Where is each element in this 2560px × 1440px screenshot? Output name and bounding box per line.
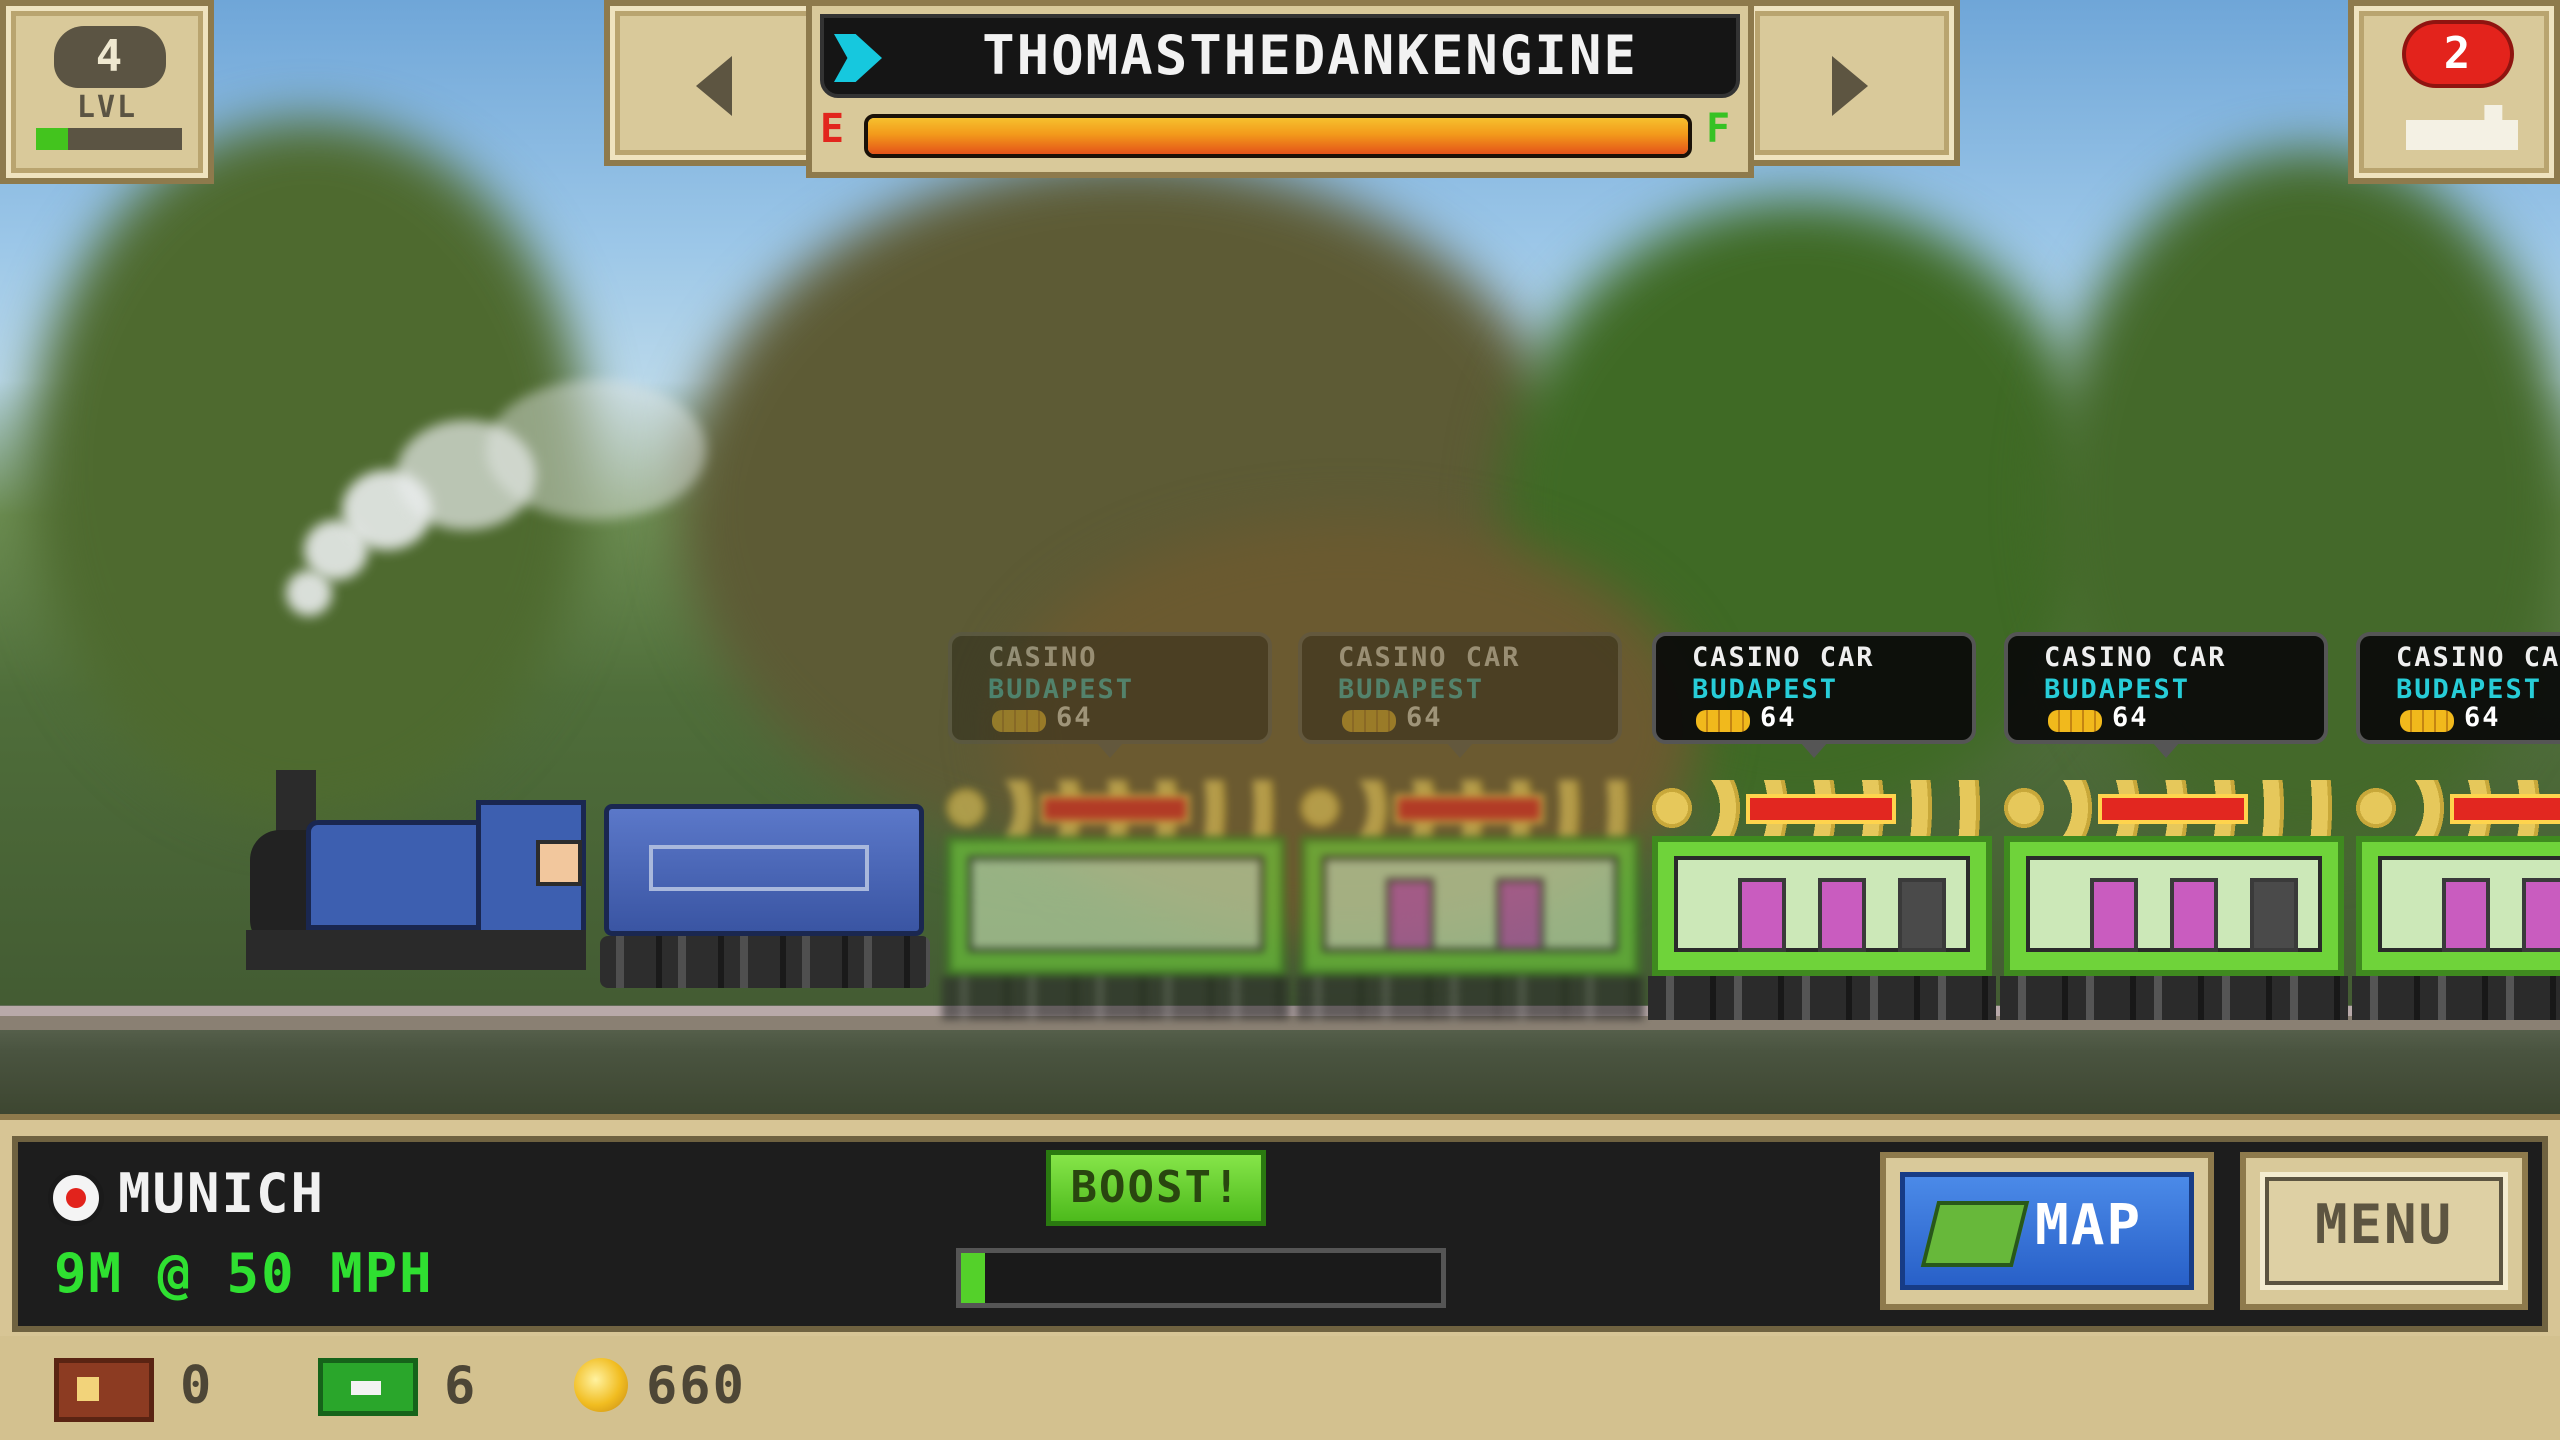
boost-progress-fill [961,1253,985,1303]
map-icon [1920,1201,2030,1267]
coin-stack-icon [2048,710,2102,732]
level-progress-fill [36,128,69,150]
slot-machine [2090,878,2138,952]
slot-machine [2170,878,2218,952]
tender-car[interactable] [604,804,924,936]
car-tooltip-value: 64 [1760,702,1797,733]
slot-machine [1738,878,1786,952]
slot-machine [1818,878,1866,952]
locomotive-wheels [246,930,586,970]
cash-icon[interactable] [318,1358,418,1416]
distance-speed: 9M @ 50 MPH [54,1242,434,1305]
level-panel[interactable]: 4 LVL [0,0,214,184]
fuel-fill [868,118,1688,154]
boost-button[interactable]: BOOST! [1046,1150,1266,1226]
resource-bar: 0 6 660 [0,1336,2560,1440]
car-tooltip[interactable]: CASINO CAR BUDAPEST 64 [2004,632,2328,758]
trains-panel[interactable]: 2 [2348,0,2560,184]
level-label: LVL [76,90,138,125]
crate-icon[interactable] [54,1358,154,1422]
coin-stack-icon [1696,710,1750,732]
tender-trim [649,845,869,891]
station-name: MUNICH [118,1162,326,1225]
car-tooltip-destination: BUDAPEST [988,674,1135,705]
car-tooltip-destination: BUDAPEST [2044,674,2191,705]
crates-count: 0 [180,1356,214,1416]
driver-avatar [536,840,582,886]
cash-count: 6 [444,1356,478,1416]
tender-wheels [600,936,930,988]
smoke-plume [286,370,706,670]
casino-car[interactable] [1296,780,1644,1020]
slot-machine [2442,878,2490,952]
casino-car[interactable] [1648,780,1996,1020]
slot-machine [2250,878,2298,952]
menu-button[interactable]: MENU [2240,1152,2528,1310]
car-tooltip-title: CASINO CAR [1338,642,1521,673]
level-progress-bar [36,128,182,150]
car-tooltip[interactable]: CASINO CAR BUDAPEST 64 [1652,632,1976,758]
slot-machine [2522,878,2560,952]
car-tooltip-title: CASINO [988,642,1098,673]
car-tooltip-value: 64 [2464,702,2501,733]
trains-count-badge: 2 [2406,24,2510,84]
train-name-panel: THOMASTHEDANKENGINE E F [806,0,1754,178]
coin-stack-icon [992,710,1046,732]
car-tooltip-value: 64 [1056,702,1093,733]
coin-icon[interactable] [574,1358,628,1412]
car-tooltip-title: CASINO CAR [2044,642,2227,673]
casino-car[interactable] [2000,780,2348,1020]
train-name: THOMASTHEDANKENGINE [982,24,1638,87]
car-tooltip[interactable]: CASINO CA BUDAPEST 64 [2356,632,2560,744]
coins-count: 660 [646,1356,746,1416]
engine-icon [834,34,882,82]
level-value: 4 [54,26,166,88]
left-arrow-icon [696,56,732,116]
car-tooltip-value: 64 [1406,702,1443,733]
slot-machine [1898,878,1946,952]
map-label: MAP [2035,1193,2143,1258]
next-train-button[interactable] [1744,0,1960,166]
fuel-bar [864,114,1692,158]
slot-machine [1386,878,1434,952]
train-name-bar[interactable]: THOMASTHEDANKENGINE [820,14,1740,98]
menu-label: MENU [2314,1193,2454,1256]
boost-progress-bar [956,1248,1446,1308]
car-tooltip-destination: BUDAPEST [2396,674,2543,705]
train-icon [2406,105,2518,150]
car-tooltip-destination: BUDAPEST [1692,674,1839,705]
slot-machine [1496,878,1544,952]
car-tooltip-title: CASINO CA [2396,642,2560,673]
car-tooltip[interactable]: CASINO CAR BUDAPEST 64 [1298,632,1622,758]
previous-train-button[interactable] [604,0,824,166]
locomotive[interactable] [246,770,586,970]
coin-stack-icon [1342,710,1396,732]
car-tooltip-value: 64 [2112,702,2149,733]
fuel-empty-label: E [820,106,847,152]
fuel-full-label: F [1706,106,1733,152]
casino-car[interactable] [942,780,1290,1020]
station-marker-icon [48,1170,104,1226]
casino-car[interactable] [2352,780,2560,1020]
coin-stack-icon [2400,710,2454,732]
car-tooltip-destination: BUDAPEST [1338,674,1485,705]
car-tooltip[interactable]: CASINO BUDAPEST 64 [948,632,1272,758]
car-tooltip-title: CASINO CAR [1692,642,1875,673]
map-button[interactable]: MAP [1880,1152,2214,1310]
right-arrow-icon [1832,56,1868,116]
